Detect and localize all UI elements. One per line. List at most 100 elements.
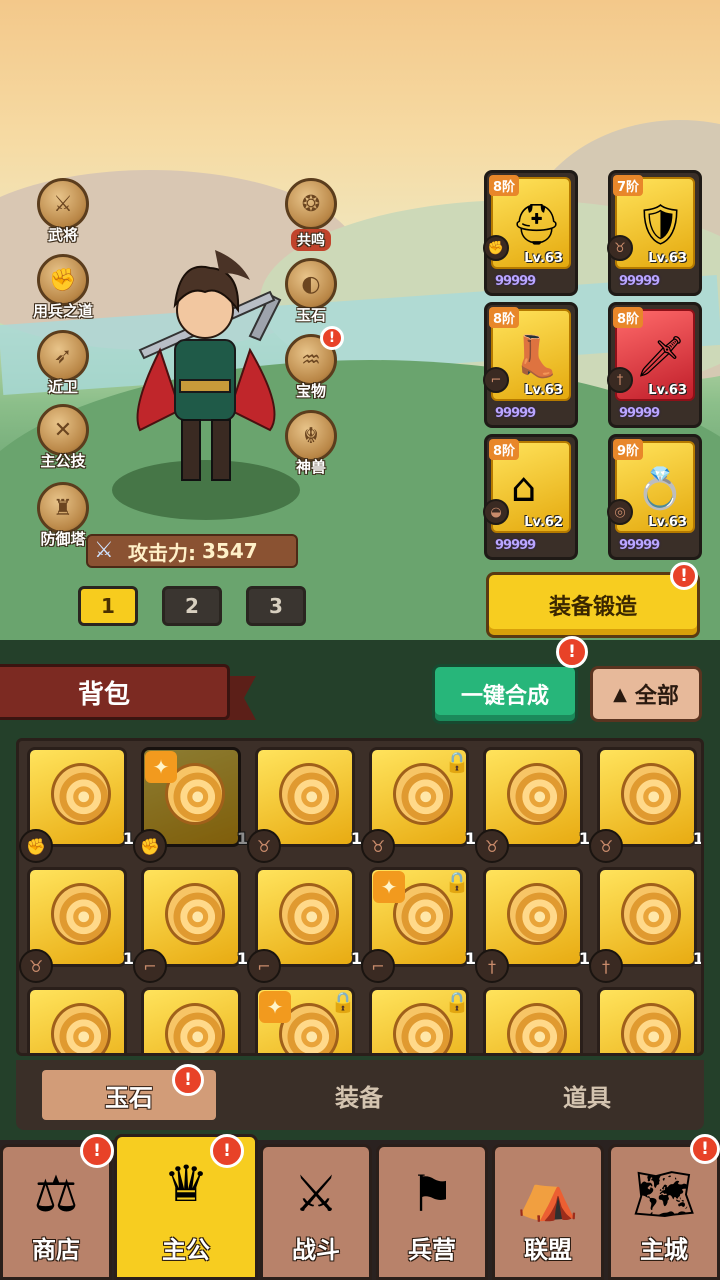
inventory-item[interactable]: 1 ♉ [247,741,362,863]
side-button-label: 宝物 [295,382,326,400]
item-quantity: 1 [692,949,704,968]
side-button-jade[interactable]: ◐ 玉石 [266,258,356,325]
side-button-label: 用兵之道 [32,302,93,320]
nav-label: 兵营 [408,1236,456,1264]
page-button-1[interactable]: 1 [78,586,138,626]
nav-label: 商店 [32,1236,80,1264]
inventory-item[interactable]: 1 ♉ [475,741,590,863]
equipment-stars: 99999 [619,274,660,289]
side-button-resonance[interactable]: ❂ 共鸣 [266,178,356,251]
inventory-item[interactable]: 1 ♉ [19,861,134,983]
equipment-stage: 9阶 [613,439,644,460]
bracer-icon: ⌂ [511,465,537,511]
hero-character[interactable] [120,240,290,500]
battle-icon: ⚔ [293,1165,339,1223]
nav-label: 联盟 [524,1236,572,1264]
resonance-icon: ❂ [285,178,337,230]
inventory-item[interactable]: 1 ⌐ ✦ 🔒 [361,861,476,983]
forge-button[interactable]: 装备锻造 [486,572,700,638]
tower-icon: ♜ [37,482,89,534]
nav-label: 主公 [162,1236,210,1264]
attack-power: ⚔ 攻击力: 3547 [86,534,298,568]
triangle-up-icon: ▲ [613,683,627,705]
equipment-slot-helmet[interactable]: ⛑ Lv.63 8阶 ✊ 99999 [483,170,578,296]
equipment-level: Lv.63 [648,515,687,530]
nav-battle[interactable]: ⚔ 战斗 [260,1144,372,1280]
inventory-item[interactable]: 1 ♉ 🔒 [361,741,476,863]
filter-all-label: 全部 [634,684,679,709]
equipment-stars: 99999 [495,538,536,553]
fist-icon: ✊ [133,829,167,863]
equipment-slot-weapon[interactable]: 🗡 Lv.63 8阶 † 99999 [607,302,702,428]
nav-alliance[interactable]: ⛺ 联盟 [492,1144,604,1280]
ring-icon: 💍 [635,466,685,512]
inventory-item[interactable] [475,981,583,1053]
inventory-grid: 1 ✊ 1 ✊ ✦ 1 ♉ 1 ♉ 🔒 1 ♉ 1 ♉ 1 ♉ 1 ⌐ 1 ⌐ 1 ⌐ ✦ 🔒 1 † 1 † ✦ 🔒 🔒 [16,738,704,1056]
inventory-item[interactable]: 1 ✊ ✦ [133,741,248,863]
tab-items[interactable]: 道具 [500,1070,674,1120]
alert-badge: ! [172,1064,204,1096]
side-button-lord-skill[interactable]: ✕ 主公技 [18,404,108,471]
tab-equipment[interactable]: 装备 [272,1070,446,1120]
equipment-slot-boots[interactable]: 👢 Lv.63 8阶 ⌐ 99999 [483,302,578,428]
jade-swirl-icon [279,763,339,825]
jade-swirl-icon [51,883,111,945]
side-button-label: 主公技 [40,452,86,470]
equipment-level: Lv.63 [524,251,563,266]
sparkle-icon: ✦ [259,991,291,1023]
inventory-item[interactable]: 1 ⌐ [247,861,362,983]
page-button-2[interactable]: 2 [162,586,222,626]
equipment-slot-ring[interactable]: 💍 Lv.63 9阶 ◎ 99999 [607,434,702,560]
beast-icon: ☬ [285,410,337,462]
page-button-3[interactable]: 3 [246,586,306,626]
ring-slot-icon: ◎ [607,499,633,525]
nav-barracks[interactable]: ⚑ 兵营 [376,1144,488,1280]
city-icon: 🗺 [632,1165,696,1223]
lock-icon: 🔒 [444,870,470,894]
jade-swirl-icon [621,1003,681,1053]
side-button-general[interactable]: ⚔ 武将 [18,178,108,245]
sword-icon: † [475,949,509,983]
side-button-strategy[interactable]: ✊ 用兵之道 [18,254,108,321]
sparkle-icon: ✦ [145,751,177,783]
alliance-icon: ⛺ [516,1165,580,1223]
jade-icon: ◐ [285,258,337,310]
inventory-item[interactable]: 1 † [589,861,701,983]
lord-skill-icon: ✕ [37,404,89,456]
inventory-item[interactable]: 1 ✊ [19,741,134,863]
inventory-item[interactable]: 1 † [475,861,590,983]
attack-value: 3547 [202,539,258,563]
boot-icon: ⌐ [247,949,281,983]
equipment-stars: 99999 [619,406,660,421]
side-button-guard[interactable]: ➶ 近卫 [18,330,108,397]
equipment-stage: 8阶 [489,175,520,196]
equipment-slot-bracer[interactable]: ⌂ Lv.62 8阶 ◒ 99999 [483,434,578,560]
side-button-treasure[interactable]: ♒ 宝物 ! [266,326,356,401]
inventory-item[interactable] [589,981,697,1053]
equipment-level: Lv.63 [648,383,687,398]
inventory-item[interactable] [133,981,241,1053]
inventory-item[interactable]: 🔒 [361,981,469,1053]
inventory-item[interactable]: 1 ⌐ [133,861,248,983]
lock-icon: 🔒 [444,750,470,774]
inventory-item[interactable]: ✦ 🔒 [247,981,355,1053]
alert-badge: ! [320,326,344,350]
sparkle-icon: ✦ [373,871,405,903]
filter-all-button[interactable]: ▲ 全部 [590,666,702,722]
side-button-beast[interactable]: ☬ 神兽 [266,410,356,477]
inventory-item[interactable]: 1 ♉ [589,741,701,863]
nav-city[interactable]: 🗺 主城 [608,1144,720,1280]
strategy-icon: ✊ [37,254,89,306]
lock-icon: 🔒 [330,990,356,1014]
shop-icon: ⚖ [33,1165,79,1223]
attack-label: 攻击力: [128,540,196,565]
inventory-item[interactable] [19,981,127,1053]
one-click-merge-button[interactable]: 一键合成 [432,664,578,724]
equipment-stars: 99999 [619,538,660,553]
boar-icon: ♉ [247,829,281,863]
boar-icon: ♉ [589,829,623,863]
fist-icon: ✊ [483,235,509,261]
equipment-level: Lv.63 [524,383,563,398]
equipment-slot-armor[interactable]: 🛡 Lv.63 7阶 ♉ 99999 [607,170,702,296]
sword-icon: † [589,949,623,983]
